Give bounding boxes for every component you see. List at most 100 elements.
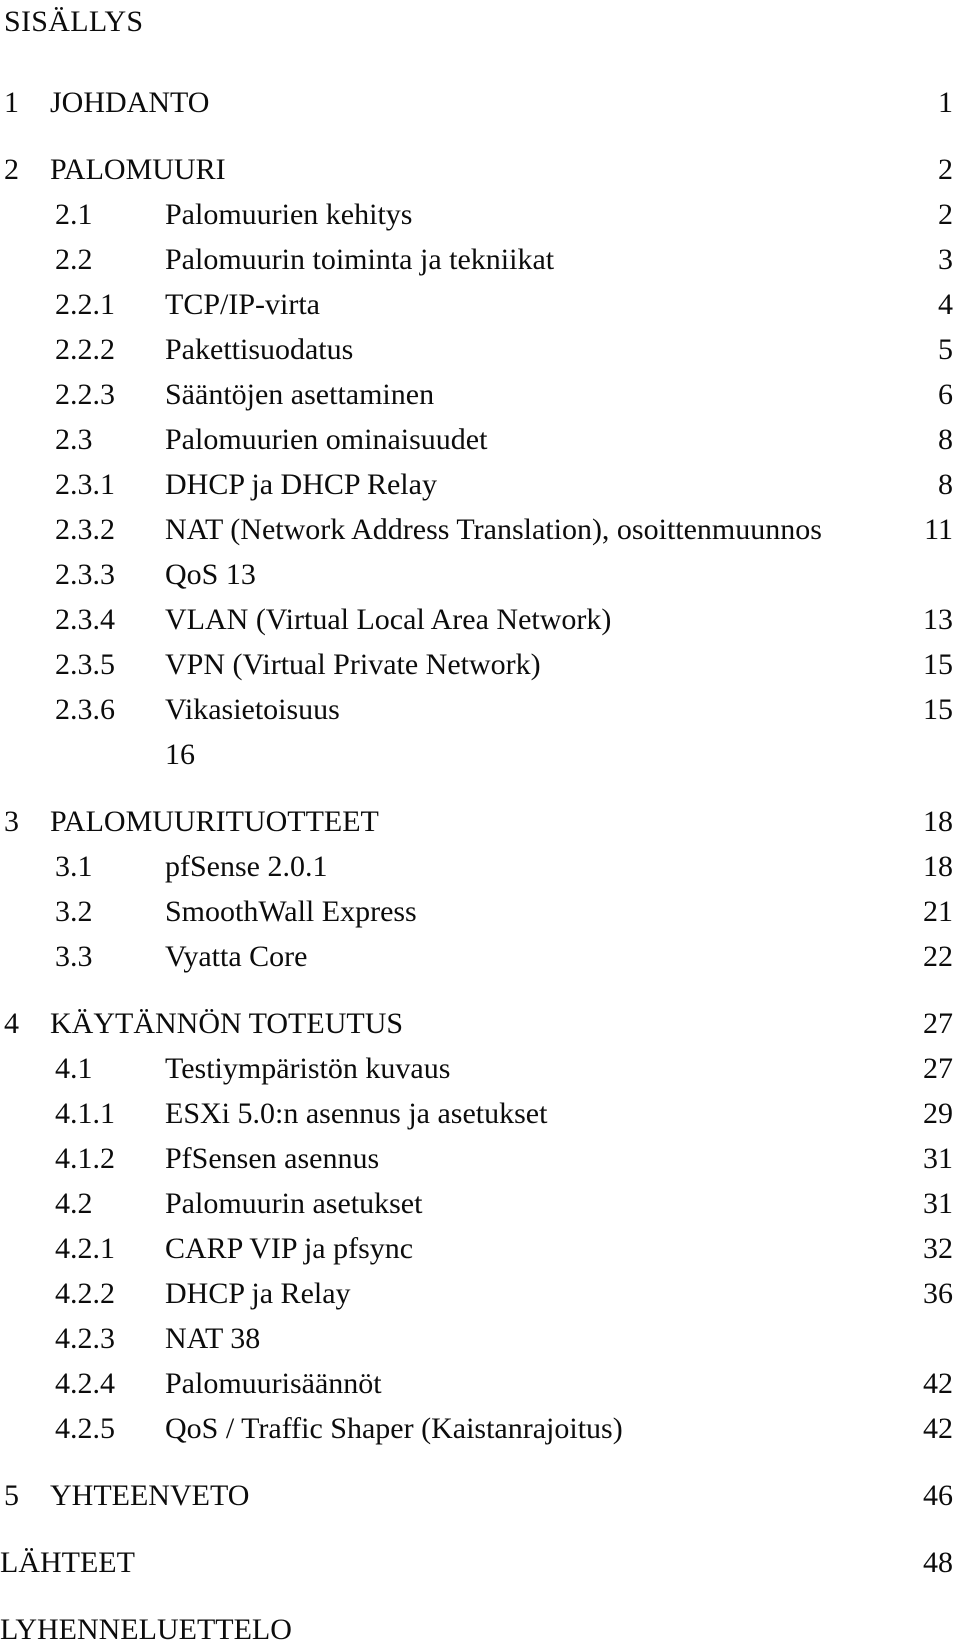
toc-entry-page-number: 2: [938, 198, 953, 231]
toc-entry-label: JOHDANTO: [50, 86, 210, 119]
toc-entry-page-number: 18: [923, 805, 953, 838]
toc-entry[interactable]: 16: [0, 732, 960, 777]
toc-entry-page-number: 2: [938, 153, 953, 186]
toc-entry-label: Palomuurisäännöt: [165, 1367, 382, 1400]
toc-entry-number: 2.2.1: [55, 288, 115, 321]
toc-entry-page-number: 42: [923, 1367, 953, 1400]
toc-entry-page-number: 48: [923, 1546, 953, 1579]
toc-entry[interactable]: 3 PALOMUURITUOTTEET 18: [0, 799, 960, 844]
toc-entry[interactable]: 4.2.2 DHCP ja Relay 36: [0, 1271, 960, 1316]
toc-entry[interactable]: 2.2.2 Pakettisuodatus 5: [0, 327, 960, 372]
toc-entry[interactable]: 2.3.2 NAT (Network Address Translation), …: [0, 507, 960, 552]
toc-entry[interactable]: 4.1.2 PfSensen asennus 31: [0, 1136, 960, 1181]
toc-entry[interactable]: 1 JOHDANTO 1: [0, 80, 960, 125]
toc-entry[interactable]: 2.3.4 VLAN (Virtual Local Area Network) 13: [0, 597, 960, 642]
toc-entry-label: NAT (Network Address Translation), osoit…: [165, 513, 822, 546]
toc-entry-label: pfSense 2.0.1: [165, 850, 328, 883]
toc-entry[interactable]: 5 YHTEENVETO 46: [0, 1473, 960, 1518]
toc-entry-label: Vyatta Core: [165, 940, 308, 973]
toc-entry[interactable]: 2.2.1 TCP/IP-virta 4: [0, 282, 960, 327]
toc-entry-label: Pakettisuodatus: [165, 333, 354, 366]
toc-entry[interactable]: 4.2.1 CARP VIP ja pfsync 32: [0, 1226, 960, 1271]
toc-entry-label: DHCP ja Relay: [165, 1277, 351, 1310]
toc-entry[interactable]: 2.3 Palomuurien ominaisuudet 8: [0, 417, 960, 462]
toc-entry[interactable]: 2.2.3 Sääntöjen asettaminen 6: [0, 372, 960, 417]
toc-entry-number: 1: [4, 86, 19, 119]
toc-entry[interactable]: 4 KÄYTÄNNÖN TOTEUTUS 27: [0, 1001, 960, 1046]
toc-entry-page-number: 21: [923, 895, 953, 928]
toc-entry-number: 2.1: [55, 198, 93, 231]
toc-entry[interactable]: 4.1 Testiympäristön kuvaus 27: [0, 1046, 960, 1091]
toc-entry[interactable]: 2.3.6 Vikasietoisuus 15: [0, 687, 960, 732]
toc-entry-number: 2.2: [55, 243, 93, 276]
toc-entry[interactable]: 3.1 pfSense 2.0.1 18: [0, 844, 960, 889]
toc-entry-page-number: 42: [923, 1412, 953, 1445]
toc-entry[interactable]: 4.1.1 ESXi 5.0:n asennus ja asetukset 29: [0, 1091, 960, 1136]
toc-entry[interactable]: 2.2 Palomuurin toiminta ja tekniikat 3: [0, 237, 960, 282]
toc-entry-label: SmoothWall Express: [165, 895, 417, 928]
toc-entry[interactable]: 2.3.5 VPN (Virtual Private Network) 15: [0, 642, 960, 687]
toc-entry[interactable]: 4.2.4 Palomuurisäännöt 42: [0, 1361, 960, 1406]
toc-entry-number: 4.2.5: [55, 1412, 115, 1445]
toc-entry-number: 2.3: [55, 423, 93, 456]
toc-entry-page-number: 46: [923, 1479, 953, 1512]
toc-entry[interactable]: 4.2 Palomuurin asetukset 31: [0, 1181, 960, 1226]
toc-entry[interactable]: 3.3 Vyatta Core 22: [0, 934, 960, 979]
toc-entry-number: 4.2.1: [55, 1232, 115, 1265]
toc-entry-number: 4.1.2: [55, 1142, 115, 1175]
toc-entry-label: Sääntöjen asettaminen: [165, 378, 435, 411]
toc-entry-number: 4: [4, 1007, 19, 1040]
toc-entry[interactable]: LÄHTEET 48: [0, 1540, 960, 1585]
toc-entry-number: 5: [4, 1479, 19, 1512]
toc-entry-label: Palomuurin toiminta ja tekniikat: [165, 243, 555, 276]
toc-entry[interactable]: 4.2.3 NAT 38: [0, 1316, 960, 1361]
toc-entry-number: 4.2.2: [55, 1277, 115, 1310]
toc-entry[interactable]: LYHENNELUETTELO: [0, 1607, 960, 1652]
toc-entry-number: 4.1.1: [55, 1097, 115, 1130]
toc-entry-page-number: 31: [923, 1187, 953, 1220]
toc-entry-label: ESXi 5.0:n asennus ja asetukset: [165, 1097, 548, 1130]
toc-entry-label: VLAN (Virtual Local Area Network): [165, 603, 612, 636]
toc-entry-page-number: 31: [923, 1142, 953, 1175]
toc-entry-page-number: 29: [923, 1097, 953, 1130]
toc-entry-label: Testiympäristön kuvaus: [165, 1052, 451, 1085]
toc-entry-label: Palomuurien kehitys: [165, 198, 413, 231]
toc-entry-page-number: 13: [923, 603, 953, 636]
toc-entry-number: 4.2.3: [55, 1322, 115, 1355]
toc-entry-label: LYHENNELUETTELO: [0, 1613, 292, 1646]
toc-entry-number: 3.1: [55, 850, 93, 883]
toc-entry[interactable]: 2.3.3 QoS 13: [0, 552, 960, 597]
toc-entry[interactable]: 2.3.1 DHCP ja DHCP Relay 8: [0, 462, 960, 507]
toc-entry-page-number: 1: [938, 86, 953, 119]
toc-entry-label: LÄHTEET: [0, 1546, 135, 1579]
toc-entry-label: QoS 13: [165, 558, 256, 591]
toc-entry-page-number: 32: [923, 1232, 953, 1265]
toc-entry-page-number: 36: [923, 1277, 953, 1310]
document-page: SISÄLLYS 1 JOHDANTO 1 2 PALOMUURI 2 2.1 Palomuu…: [0, 0, 960, 1652]
toc-entry[interactable]: 2.1 Palomuurien kehitys 2: [0, 192, 960, 237]
toc-entry-page-number: 8: [938, 423, 953, 456]
toc-entry-label: PALOMUURI: [50, 153, 226, 186]
toc-entry[interactable]: 3.2 SmoothWall Express 21: [0, 889, 960, 934]
toc-entry-page-number: 8: [938, 468, 953, 501]
toc-entry-label: TCP/IP-virta: [165, 288, 320, 321]
toc-entry-number: 2.3.6: [55, 693, 115, 726]
toc-entry-label: 16: [165, 738, 195, 771]
table-of-contents: 1 JOHDANTO 1 2 PALOMUURI 2 2.1 Palomuurien kehi…: [0, 58, 960, 1652]
toc-entry-number: 2.3.5: [55, 648, 115, 681]
toc-entry-label: VPN (Virtual Private Network): [165, 648, 541, 681]
toc-entry-number: 3: [4, 805, 19, 838]
toc-entry-page-number: 3: [938, 243, 953, 276]
toc-entry-number: 2.3.1: [55, 468, 115, 501]
toc-entry[interactable]: 4.2.5 QoS / Traffic Shaper (Kaistanrajoit…: [0, 1406, 960, 1451]
toc-entry-label: CARP VIP ja pfsync: [165, 1232, 414, 1265]
toc-entry-page-number: 6: [938, 378, 953, 411]
toc-entry-number: 4.1: [55, 1052, 93, 1085]
toc-entry-label: PfSensen asennus: [165, 1142, 380, 1175]
toc-entry-number: 2.2.3: [55, 378, 115, 411]
toc-entry-page-number: 4: [938, 288, 953, 321]
toc-entry-page-number: 22: [923, 940, 953, 973]
toc-entry-page-number: 11: [924, 513, 953, 546]
toc-entry-page-number: 15: [923, 693, 953, 726]
toc-entry[interactable]: 2 PALOMUURI 2: [0, 147, 960, 192]
